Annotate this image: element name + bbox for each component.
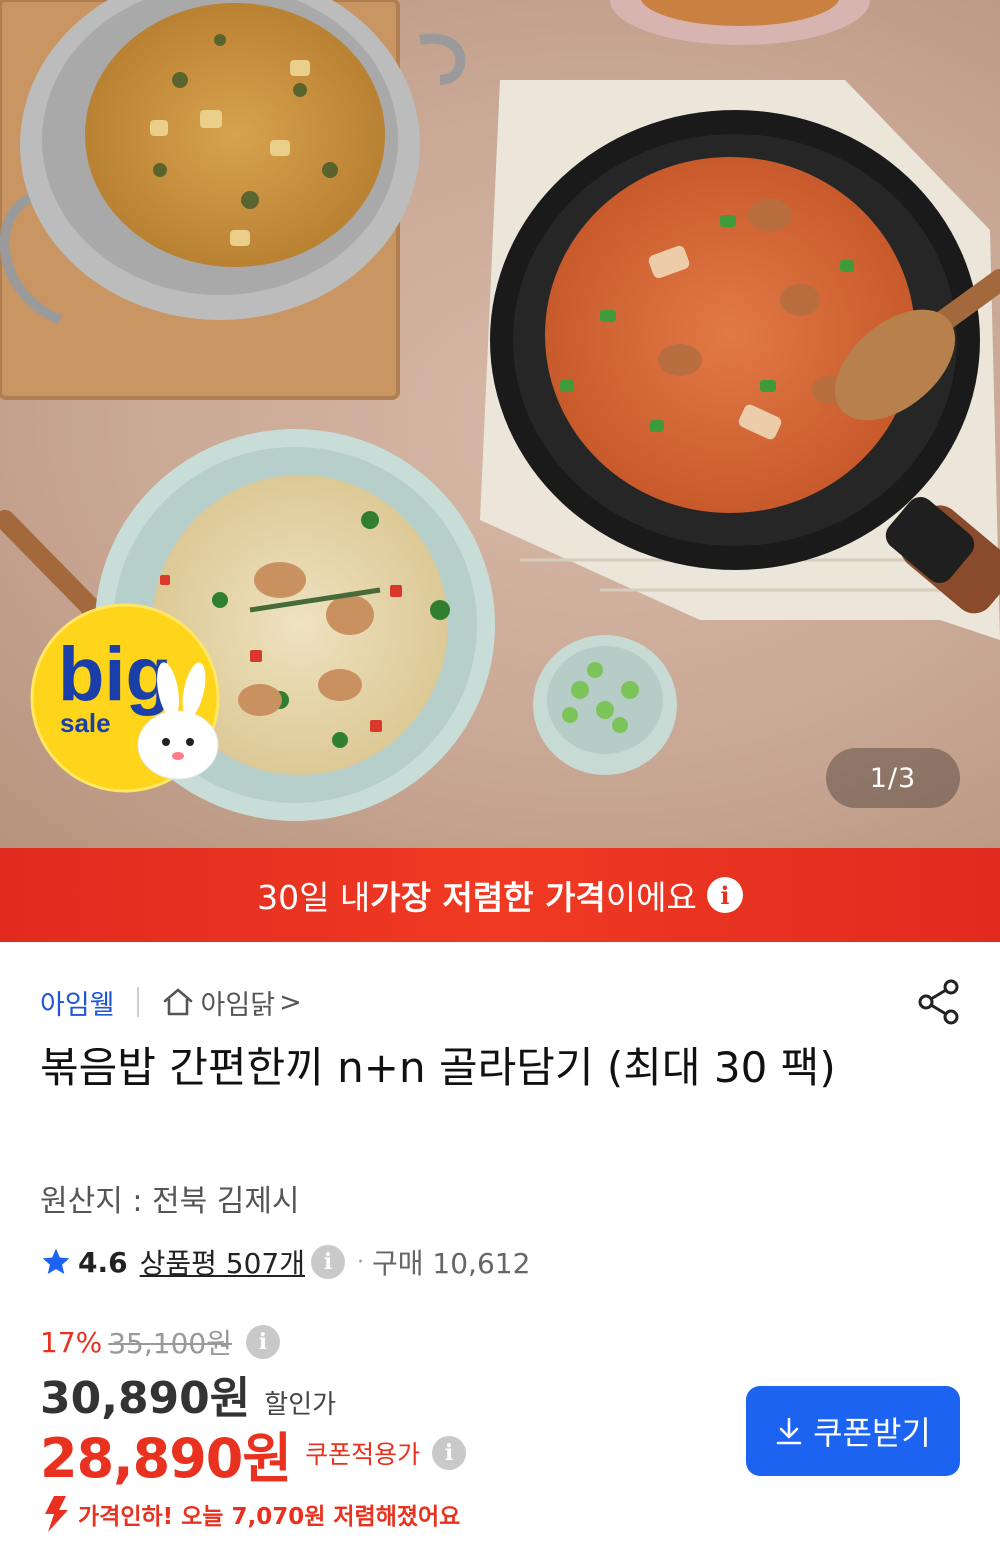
sale-price-row: 30,890원 할인가 — [40, 1362, 336, 1424]
discount-row: 17% 35,100원 i — [40, 1322, 280, 1362]
info-icon[interactable]: i — [311, 1245, 345, 1279]
separator: · — [357, 1249, 364, 1275]
info-icon[interactable]: i — [706, 877, 743, 913]
lowest-price-banner[interactable]: 30일 내 가장 저렴한 가격 이에요 i — [0, 848, 1000, 942]
price-drop-text: 가격인하! 오늘 7,070원 저렴해졌어요 — [78, 1504, 461, 1530]
download-coupon-button[interactable]: 쿠폰받기 — [746, 1386, 960, 1476]
coupon-price-row: 28,890원 쿠폰적용가 i — [40, 1418, 467, 1490]
origin-text: 원산지 : 전북 김제시 — [40, 1184, 300, 1219]
product-title: 볶음밥 간편한끼 n+n 골라담기 (최대 30 팩) — [40, 1043, 836, 1092]
price-drop-arrow-icon — [45, 1496, 68, 1532]
brand-divider — [136, 987, 139, 1017]
share-icon[interactable] — [914, 977, 964, 1027]
star-icon — [42, 1248, 70, 1274]
banner-text-bold: 가장 저렴한 가격 — [370, 878, 606, 917]
coupon-price-label: 쿠폰적용가 — [305, 1440, 421, 1469]
badge-sale-text: sale — [60, 708, 111, 738]
brand-row: 아임웰 아임닭 > — [40, 980, 302, 1024]
store-link[interactable]: 아임닭 > — [161, 983, 302, 1022]
banner-text-suffix: 이에요 — [605, 878, 697, 917]
info-icon[interactable]: i — [432, 1436, 467, 1470]
carousel-page-indicator: 1/3 — [826, 748, 960, 808]
product-image-carousel[interactable]: big sale 1/3 — [0, 0, 1000, 848]
coupon-price: 28,890원 — [40, 1426, 292, 1490]
info-icon[interactable]: i — [245, 1325, 280, 1359]
discount-rate: 17% — [40, 1325, 103, 1359]
chevron-right-icon: > — [279, 986, 302, 1018]
brand-name-link[interactable]: 아임웰 — [40, 983, 115, 1022]
banner-text-prefix: 30일 내 — [257, 878, 371, 917]
big-sale-badge: big sale — [30, 603, 220, 793]
store-name: 아임닭 — [200, 989, 276, 1021]
original-price: 35,100원 — [108, 1327, 232, 1360]
home-icon — [163, 988, 192, 1016]
download-icon — [776, 1417, 802, 1445]
product-photo: big sale — [0, 0, 1000, 821]
purchase-count: 구매 10,612 — [372, 1247, 531, 1280]
rating-score: 4.6 — [78, 1245, 128, 1279]
review-count-link[interactable]: 상품평 507개 — [140, 1242, 305, 1282]
rating-row: 4.6 상품평 507개 i · 구매 10,612 — [40, 1240, 530, 1284]
coupon-button-label: 쿠폰받기 — [813, 1414, 931, 1452]
badge-big-text: big — [58, 632, 172, 717]
price-drop-notice: 가격인하! 오늘 7,070원 저렴해졌어요 — [40, 1494, 460, 1534]
